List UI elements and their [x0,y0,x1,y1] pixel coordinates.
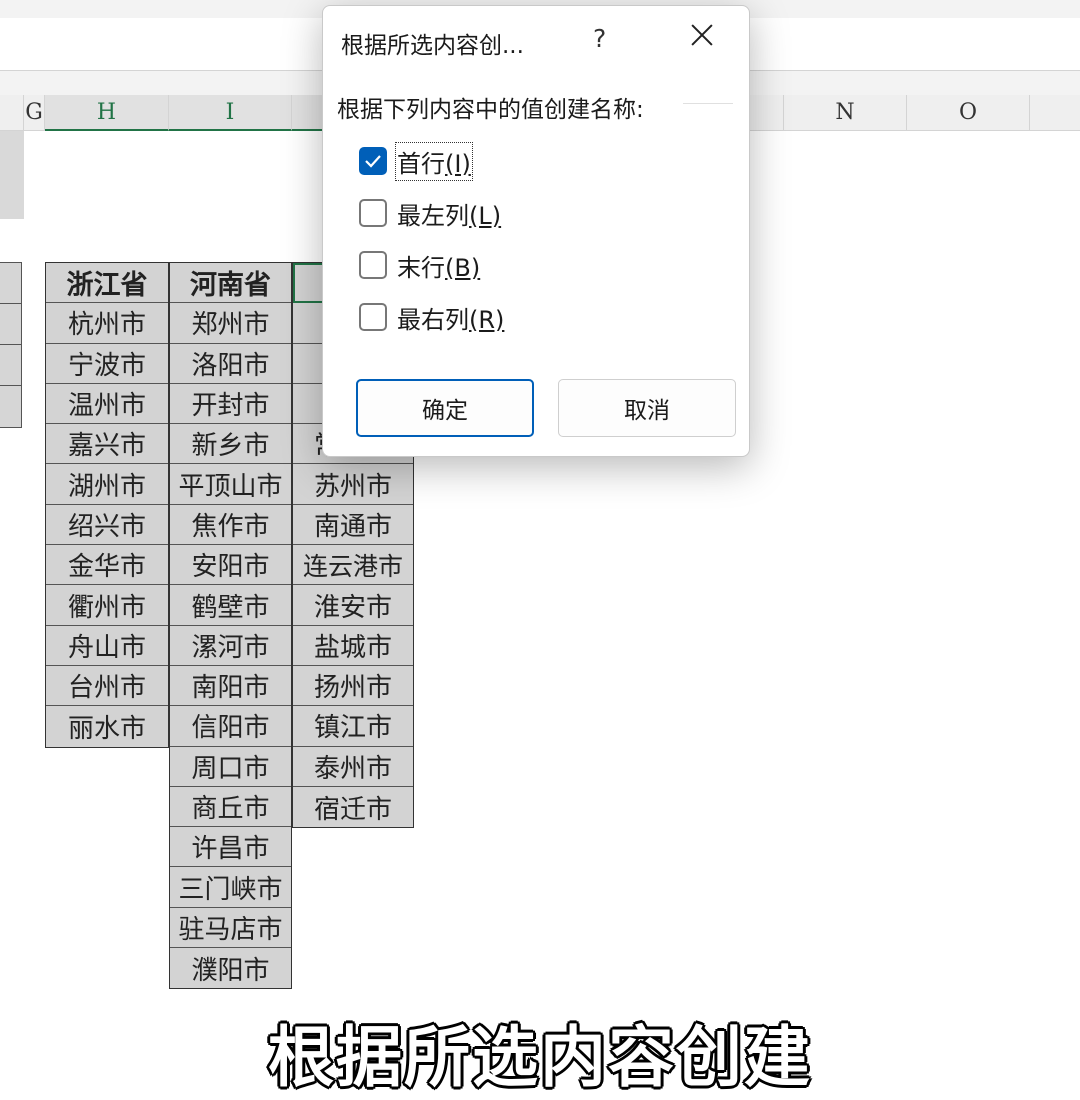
video-subtitle: 根据所选内容创建 [268,1019,812,1096]
column-header-i[interactable]: I [169,95,292,131]
option-bottom-row[interactable]: 末行(B) [359,248,480,282]
column-header-g[interactable]: G [24,95,45,131]
group-label: 根据下列内容中的值创建名称: [337,90,650,124]
create-names-dialog: 根据所选内容创... ? 根据下列内容中的值创建名称: 首行(I) 最左列(L)… [322,5,750,457]
city-cell[interactable]: 舟山市 [46,626,168,666]
group-divider [683,103,733,104]
option-label: 末行(B) [397,253,481,282]
city-cell[interactable]: 周口市 [170,747,291,787]
dialog-title: 根据所选内容创... [341,33,524,59]
column-header-p[interactable] [1030,95,1080,131]
option-label: 首行(I) [395,141,473,181]
city-cell[interactable]: 宁波市 [46,344,168,384]
checkbox-icon[interactable] [359,199,387,227]
city-cell[interactable]: 衢州市 [46,585,168,626]
city-cell[interactable]: 新乡市 [170,424,291,465]
city-cell[interactable]: 金华市 [46,545,168,586]
city-cell[interactable]: 焦作市 [170,505,291,546]
ok-button[interactable]: 确定 [356,379,534,437]
city-cell[interactable]: 苏州市 [293,464,413,505]
city-cell[interactable]: 漯河市 [170,626,291,666]
column-header-h[interactable]: H [45,95,169,131]
column-header-cell[interactable]: 河南省 [170,263,291,304]
checkbox-checked-icon[interactable] [359,147,387,175]
city-cell[interactable]: 驻马店市 [170,908,291,949]
city-cell[interactable]: 南阳市 [170,666,291,707]
close-icon[interactable] [687,20,717,50]
help-button[interactable]: ? [593,24,606,53]
checkbox-icon[interactable] [359,251,387,279]
checkbox-icon[interactable] [359,303,387,331]
city-cell[interactable]: 温州市 [46,384,168,425]
city-cell[interactable]: 镇江市 [293,706,413,747]
left-table-fragment [0,262,22,428]
city-cell[interactable]: 三门峡市 [170,867,291,908]
henan-column: 河南省 郑州市 洛阳市 开封市 新乡市 平顶山市 焦作市 安阳市 鹤壁市 漯河市… [169,262,292,990]
column-header-o[interactable]: O [907,95,1030,131]
city-cell[interactable]: 绍兴市 [46,505,168,546]
city-cell[interactable]: 郑州市 [170,303,291,344]
zhejiang-column: 浙江省 杭州市 宁波市 温州市 嘉兴市 湖州市 绍兴市 金华市 衢州市 舟山市 … [45,262,169,748]
column-header-f[interactable] [0,95,24,131]
option-top-row[interactable]: 首行(I) [359,141,473,181]
column-header-n[interactable]: N [784,95,907,131]
option-label: 最左列(L) [397,201,502,230]
city-cell[interactable]: 连云港市 [293,545,413,586]
city-cell[interactable]: 杭州市 [46,303,168,344]
city-cell[interactable]: 宿迁市 [293,787,413,827]
cancel-button[interactable]: 取消 [558,379,736,437]
option-left-column[interactable]: 最左列(L) [359,196,501,230]
city-cell[interactable]: 嘉兴市 [46,424,168,465]
selected-cell-stub [0,131,24,219]
option-right-column[interactable]: 最右列(R) [359,300,504,334]
city-cell[interactable]: 许昌市 [170,827,291,868]
city-cell[interactable]: 鹤壁市 [170,585,291,626]
city-cell[interactable]: 泰州市 [293,747,413,787]
city-cell[interactable]: 湖州市 [46,464,168,505]
city-cell[interactable]: 平顶山市 [170,464,291,505]
city-cell[interactable]: 洛阳市 [170,344,291,384]
city-cell[interactable]: 安阳市 [170,545,291,586]
city-cell[interactable]: 扬州市 [293,666,413,707]
city-cell[interactable]: 濮阳市 [170,948,291,988]
city-cell[interactable]: 开封市 [170,384,291,425]
city-cell[interactable]: 盐城市 [293,626,413,666]
city-cell[interactable]: 丽水市 [46,706,168,746]
city-cell[interactable]: 信阳市 [170,706,291,747]
city-cell[interactable]: 南通市 [293,505,413,546]
column-header-cell[interactable]: 浙江省 [46,263,168,304]
option-label: 最右列(R) [397,305,505,334]
city-cell[interactable]: 商丘市 [170,787,291,828]
city-cell[interactable]: 台州市 [46,666,168,707]
city-cell[interactable]: 淮安市 [293,585,413,626]
